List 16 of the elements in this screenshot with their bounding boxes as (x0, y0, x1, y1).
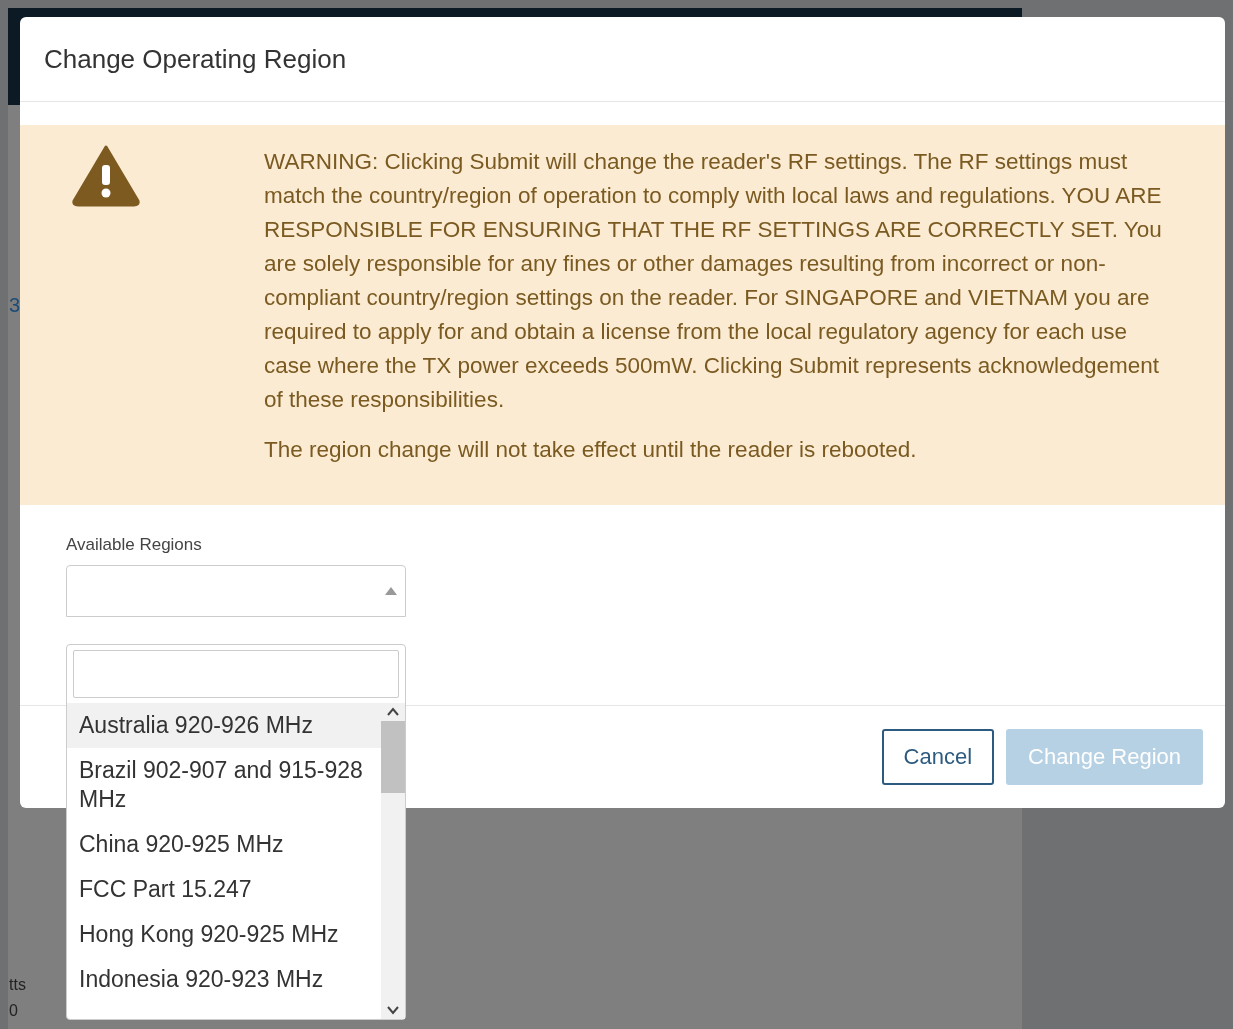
warning-text: The region change will not take effect until the reader is rebooted. (264, 436, 918, 464)
warning-icon (72, 145, 140, 207)
background-text: 0 (9, 1001, 18, 1021)
scroll-down-icon[interactable] (387, 1005, 399, 1015)
scrollbar[interactable] (381, 703, 405, 1019)
scroll-up-icon[interactable] (387, 707, 399, 717)
warning-text: WARNING: Clicking Submit will change the reader's RF settings. The RF settings must match the country/region of operation to comply with local laws and regulations. YOU ARE RESPONSIBLE FOR ENSURING THAT THE RF SETTINGS ARE CORRECTLY SET. You are solely responsible for any fines or other damages resulting from incorrect or non-compliant country/region settings on the reader. For SINGAPORE and VIETNAM you are required to apply for and obtain a license from the local regulatory agency for each use case where the TX power exceeds 500mW. Clicking Submit represents acknowledgement of these responsibilities. (264, 148, 1163, 414)
background-text: tts (9, 975, 26, 995)
region-select[interactable] (66, 565, 406, 617)
field-label: Available Regions (66, 535, 203, 555)
cancel-button[interactable]: Cancel (881, 729, 995, 785)
scroll-thumb[interactable] (381, 721, 405, 793)
dialog-title: Change Operating Region (44, 43, 347, 75)
background-text: 3 (9, 295, 21, 315)
search-field[interactable] (73, 650, 399, 698)
dropdown-option[interactable]: Australia 920-926 MHz (67, 703, 381, 748)
